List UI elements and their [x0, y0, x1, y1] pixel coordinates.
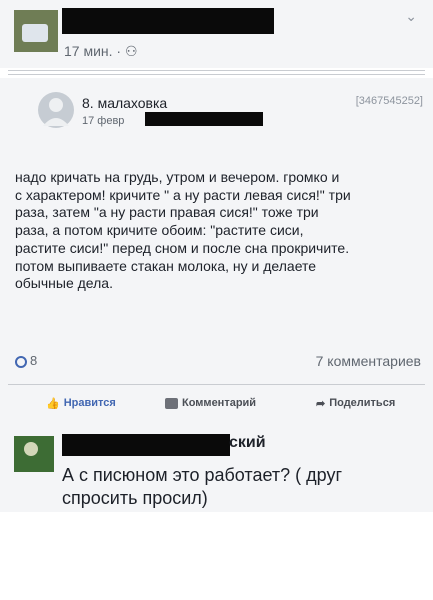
likes-value: 8: [30, 353, 38, 368]
divider: [8, 384, 425, 385]
redacted-name: [62, 8, 274, 34]
post-timestamp: 17 мин. · ⚇: [64, 43, 138, 59]
post-author[interactable]: 8. малаховка: [82, 95, 167, 111]
avatar[interactable]: [14, 436, 54, 472]
comment-label: Комментарий: [182, 397, 257, 409]
comment-author[interactable]: ский: [229, 434, 266, 452]
redacted-name: [62, 434, 230, 456]
divider: [8, 70, 425, 71]
share-icon: ➦: [316, 397, 326, 410]
avatar[interactable]: [14, 10, 58, 52]
chevron-down-icon[interactable]: ⌄: [405, 8, 417, 25]
divider: [8, 74, 425, 75]
like-button[interactable]: 👍 Нравится: [46, 392, 116, 414]
like-label: Нравится: [63, 397, 116, 409]
share-button[interactable]: ➦ Поделиться: [316, 392, 395, 414]
comment-button[interactable]: Комментарий: [165, 392, 256, 414]
action-bar: 👍 Нравится Комментарий ➦ Поделиться: [0, 392, 433, 414]
post-body: надо кричать на грудь, утром и вечером. …: [15, 169, 351, 292]
post-id: [3467545252]: [355, 95, 423, 107]
avatar[interactable]: [38, 92, 74, 128]
comments-count[interactable]: 7 комментариев: [316, 353, 421, 369]
post-date[interactable]: 17 февр: [82, 115, 124, 127]
share-label: Поделиться: [329, 397, 396, 409]
comment-icon: [165, 397, 178, 409]
likes-count[interactable]: 8: [15, 353, 37, 368]
thumbs-up-icon: 👍: [46, 397, 60, 410]
redacted-date: [145, 112, 263, 126]
reaction-icon: [15, 355, 27, 368]
comment-text: А с писюном это работает? ( друг спросит…: [62, 465, 343, 508]
